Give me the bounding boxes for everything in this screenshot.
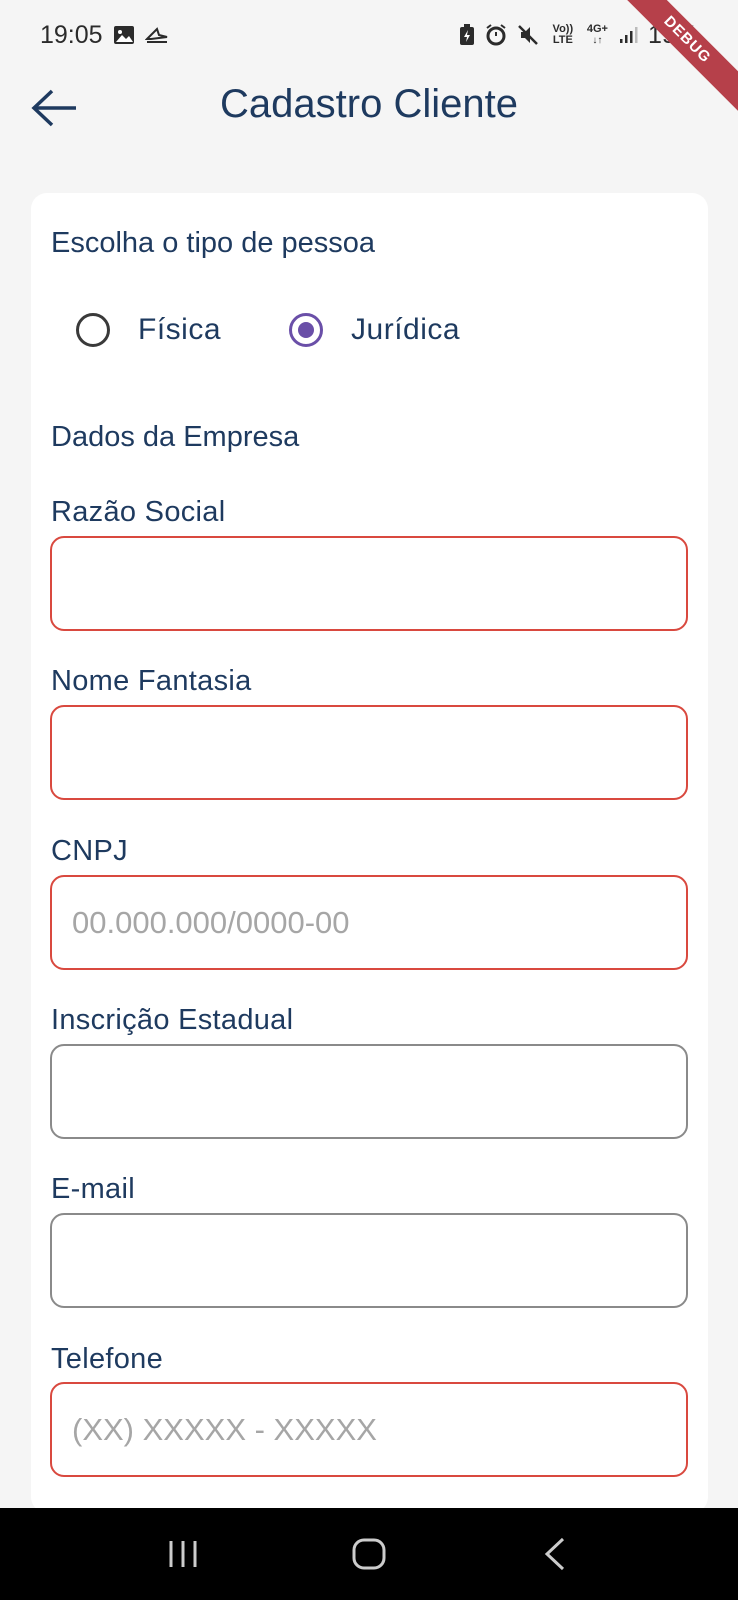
cnpj-label: CNPJ [51, 835, 128, 867]
razao-social-label: Razão Social [51, 496, 226, 528]
home-button[interactable] [329, 1524, 409, 1584]
inscricao-estadual-input[interactable] [50, 1044, 688, 1139]
volte-icon: Vo)) LTE [552, 23, 574, 46]
page-title: Cadastro Cliente [220, 82, 518, 126]
email-input[interactable] [50, 1213, 688, 1308]
status-time: 19:05 [40, 20, 103, 49]
form-card: Escolha o tipo de pessoa Física Jurídica… [31, 193, 708, 1513]
system-nav-bar [0, 1508, 738, 1600]
radio-option-juridica[interactable]: Jurídica [289, 313, 460, 347]
nav-back-button[interactable] [515, 1524, 595, 1584]
email-label: E-mail [51, 1173, 135, 1205]
back-icon [544, 1537, 565, 1571]
mute-icon [517, 24, 539, 46]
razao-social-input[interactable] [50, 536, 688, 631]
app-bar: Cadastro Cliente [0, 70, 738, 180]
gallery-icon [113, 24, 135, 46]
telefone-label: Telefone [51, 1343, 164, 1375]
recent-apps-icon [169, 1541, 197, 1567]
person-type-title: Escolha o tipo de pessoa [51, 227, 376, 259]
radio-dot [298, 322, 315, 338]
telefone-input[interactable] [50, 1382, 688, 1477]
radio-option-fisica[interactable]: Física [76, 313, 221, 347]
recent-apps-button[interactable] [143, 1524, 223, 1584]
inscricao-estadual-label: Inscrição Estadual [51, 1004, 294, 1036]
network-label: 4G+ [586, 23, 608, 35]
nome-fantasia-input[interactable] [50, 705, 688, 800]
status-left: 19:05 [40, 21, 169, 50]
status-bar: 19:05 Vo)) LTE 4G+ ↓↑ 19% [0, 0, 738, 70]
company-section-title: Dados da Empresa [51, 421, 300, 453]
nome-fantasia-label: Nome Fantasia [51, 665, 252, 697]
radio-unselected-icon[interactable] [76, 313, 110, 347]
cast-icon [144, 25, 169, 45]
signal-icon [618, 25, 638, 45]
radio-label-fisica: Física [138, 313, 222, 346]
radio-selected-icon[interactable] [289, 313, 324, 347]
cnpj-input[interactable] [50, 875, 688, 970]
network-4g-icon: 4G+ ↓↑ [586, 23, 608, 47]
data-arrows-icon: ↓↑ [592, 35, 603, 46]
radio-label-juridica: Jurídica [351, 313, 461, 346]
home-icon [352, 1538, 386, 1570]
battery-saver-icon [459, 24, 475, 46]
person-type-radio-group: Física Jurídica [76, 313, 460, 347]
alarm-icon [485, 24, 507, 46]
